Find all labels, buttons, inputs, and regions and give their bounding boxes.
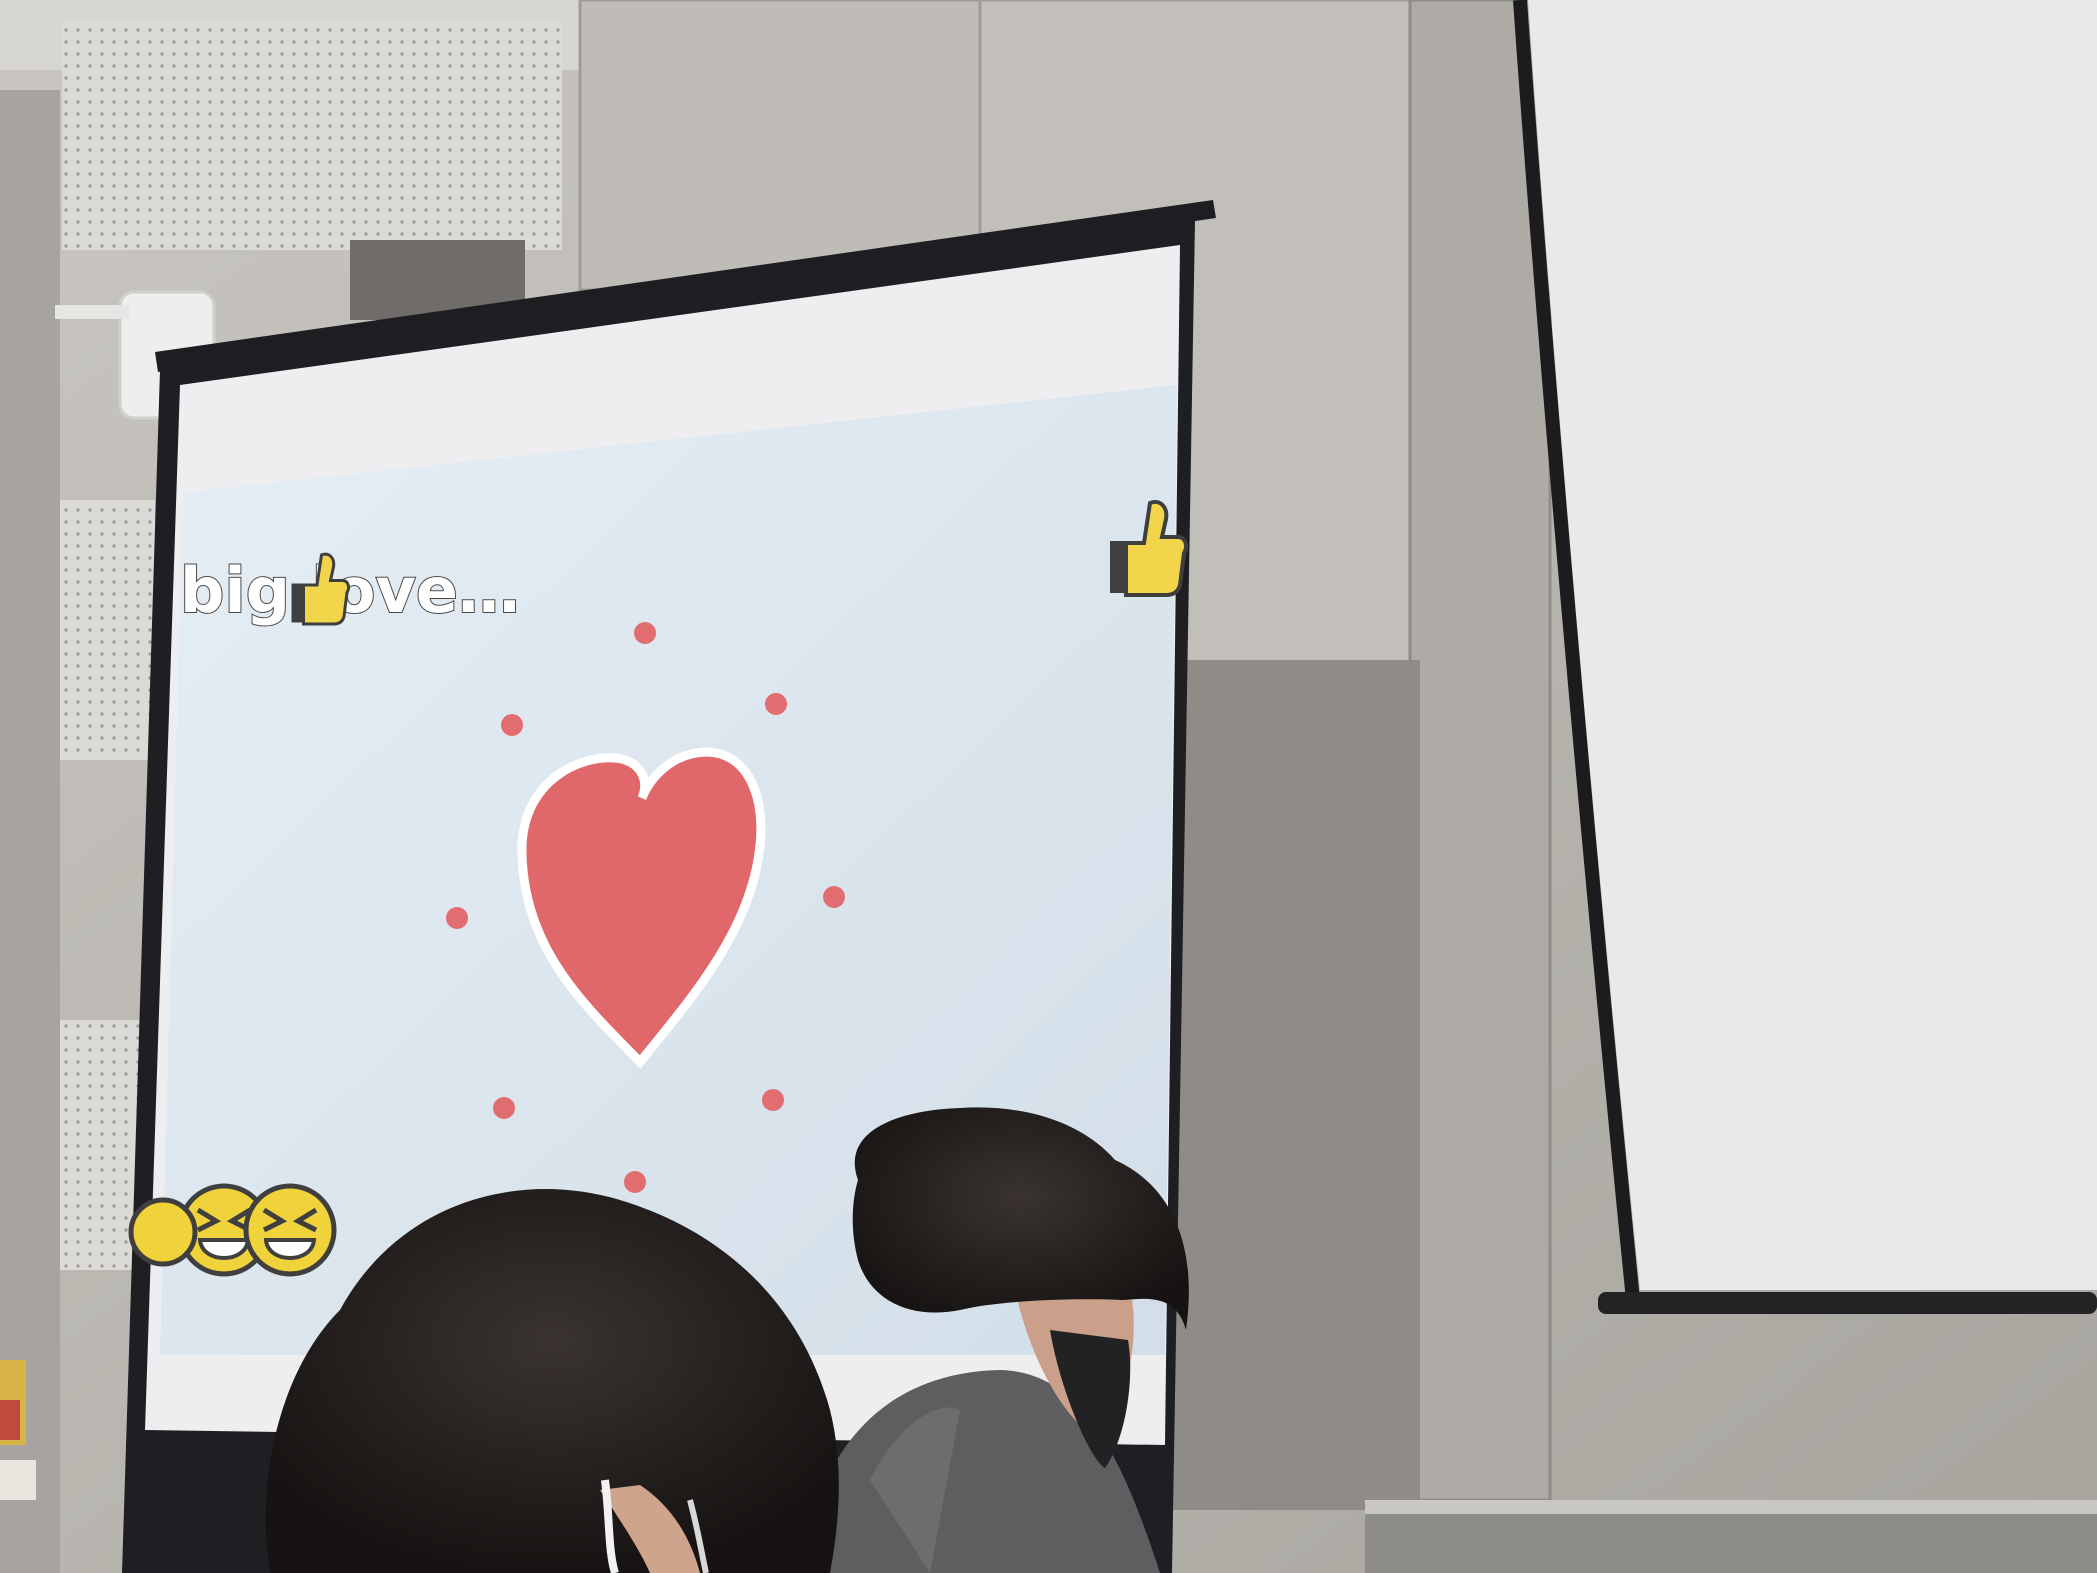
sparkle-dot	[634, 622, 656, 644]
classroom-scene: big love…	[0, 0, 2097, 1573]
sparkle-dot	[624, 1171, 646, 1193]
desk-edge	[1365, 1500, 2097, 1514]
wall-panel	[1160, 660, 1420, 1510]
sparkle-dot	[493, 1097, 515, 1119]
sparkle-dot	[501, 714, 523, 736]
laughing-emoji-icon	[243, 1183, 337, 1277]
shelf-item	[0, 1400, 20, 1440]
sparkle-dot	[765, 693, 787, 715]
right-screen-bar	[1598, 1292, 2097, 1314]
perforated-panel	[55, 500, 155, 760]
sparkle-dot	[823, 886, 845, 908]
wall-column	[0, 90, 60, 1573]
slide-caption: big love…	[180, 554, 520, 627]
perforated-panel	[62, 20, 562, 250]
sparkle-dot	[762, 1089, 784, 1111]
sparkle-dot	[446, 907, 468, 929]
cable-duct	[55, 305, 130, 319]
laughing-emoji-icon	[128, 1197, 198, 1267]
wall-panel	[1408, 0, 1552, 1502]
shelf-item	[0, 1460, 36, 1500]
